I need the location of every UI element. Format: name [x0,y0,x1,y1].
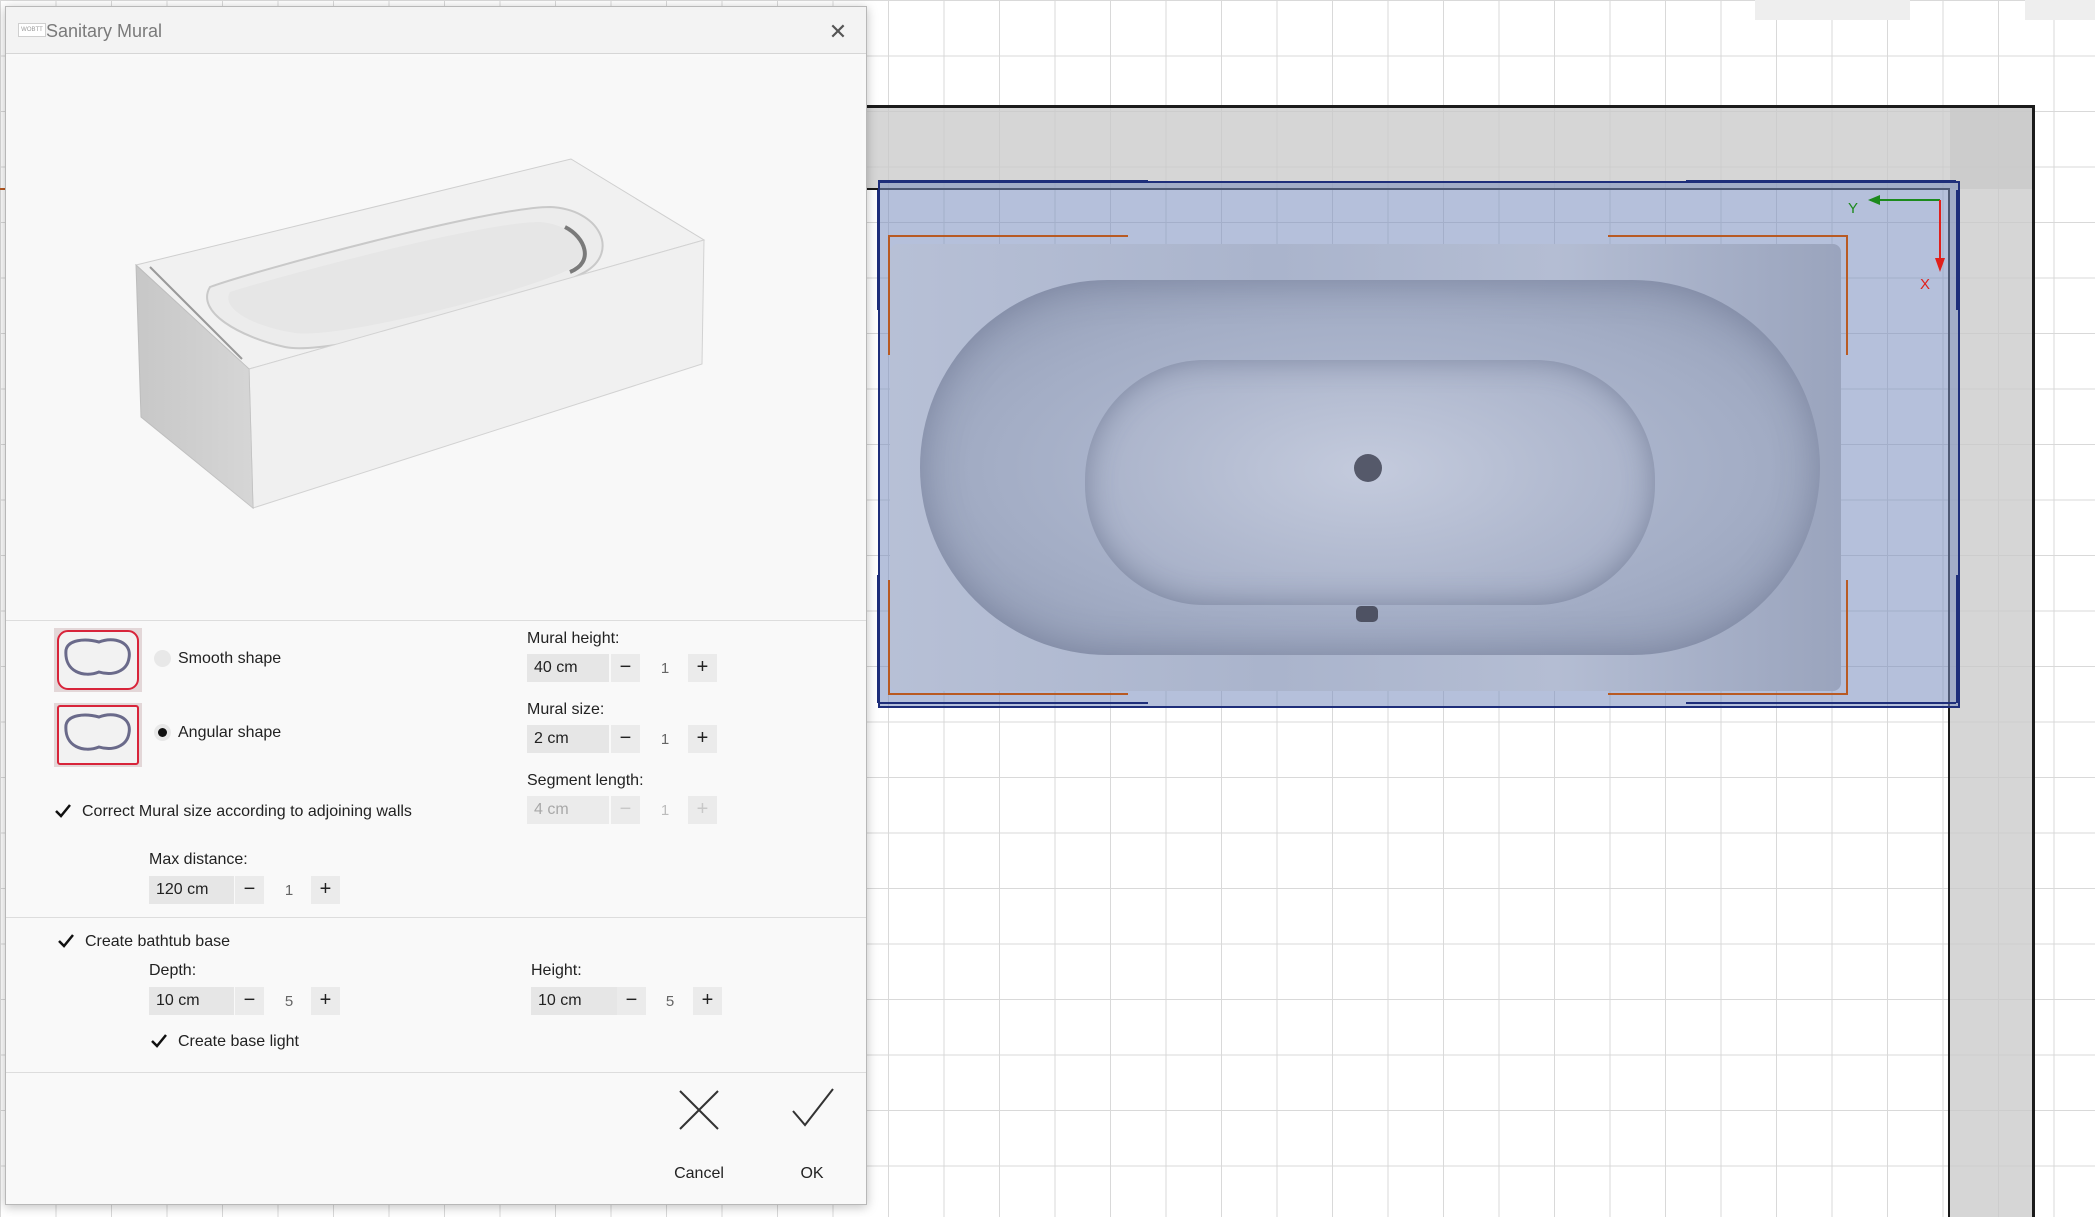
segment-length-label: Segment length: [527,772,644,789]
app-logo-icon: WOBTT [18,23,46,37]
segment-length-step: 1 [660,802,670,819]
angular-shape-thumbnail[interactable] [54,703,142,767]
segment-length-minus-button: − [611,796,640,824]
corner-mark [1686,180,1956,182]
mural-size-plus-button[interactable]: + [688,725,717,753]
corner-mark [877,190,879,310]
corner-mark [877,575,879,703]
bathtub-base-checkbox[interactable] [57,932,75,950]
corner-mark [1956,575,1958,703]
max-distance-minus-button[interactable]: − [235,876,264,904]
bathtub-base-label: Create bathtub base [85,933,230,950]
mural-height-plus-button[interactable]: + [688,654,717,682]
corner-mark [1686,702,1956,704]
mural-height-step: 1 [660,660,670,677]
cancel-button[interactable]: Cancel [654,1075,744,1185]
ok-label: OK [800,1165,824,1182]
max-distance-label: Max distance: [149,851,248,868]
depth-minus-button[interactable]: − [235,987,264,1015]
wall-outline-top [867,105,2035,108]
angular-shape-radio[interactable] [154,724,171,741]
mural-guide [1608,235,1848,237]
close-icon[interactable]: ✕ [827,21,849,43]
depth-plus-button[interactable]: + [311,987,340,1015]
angular-shape-label: Angular shape [178,724,282,741]
separator [6,620,866,621]
mural-size-step: 1 [660,731,670,748]
height-field[interactable]: 10 cm [531,987,617,1015]
top-tab[interactable] [1755,0,1910,20]
max-distance-field[interactable]: 120 cm [149,876,234,904]
mural-guide [888,235,890,355]
segment-length-field: 4 cm [527,796,609,824]
mural-size-label: Mural size: [527,701,605,718]
cancel-icon [679,1090,719,1130]
wall-top [867,105,2035,189]
mural-guide [1608,693,1848,695]
separator [6,917,866,918]
height-plus-button[interactable]: + [693,987,722,1015]
sanitary-mural-dialog: WOBTT Sanitary Mural ✕ Smooth shape Angu… [5,6,867,1205]
top-tab[interactable] [2025,0,2095,20]
correct-size-label: Correct Mural size according to adjoinin… [82,803,412,820]
max-distance-step: 1 [284,882,294,899]
ok-button[interactable]: OK [767,1075,857,1185]
mural-guide [888,580,890,695]
separator [6,1072,866,1073]
depth-label: Depth: [149,962,197,979]
mural-size-minus-button[interactable]: − [611,725,640,753]
axis-x-label: X [1920,276,1931,293]
drain-icon [1354,454,1382,482]
checkmark-icon [792,1088,834,1127]
smooth-shape-label: Smooth shape [178,650,282,667]
mural-size-field[interactable]: 2 cm [527,725,609,753]
max-distance-plus-button[interactable]: + [311,876,340,904]
axis-y-label: Y [1848,200,1859,217]
depth-field[interactable]: 10 cm [149,987,234,1015]
corner-mark [878,702,1148,704]
smooth-shape-radio[interactable] [154,650,171,667]
mural-guide [888,235,1128,237]
overflow-icon [1356,606,1378,622]
dialog-title: Sanitary Mural [46,21,163,41]
mural-guide [888,693,1128,695]
mural-height-label: Mural height: [527,630,620,647]
smooth-shape-thumbnail[interactable] [54,628,142,692]
mural-guide [1846,580,1848,695]
segment-length-plus-button: + [688,796,717,824]
mural-height-field[interactable]: 40 cm [527,654,609,682]
wall-right [1950,105,2035,1217]
height-minus-button[interactable]: − [617,987,646,1015]
wall-outline-right [2032,105,2035,1217]
bathtub-basin [1085,360,1655,605]
bathtub-3d-model [134,158,706,510]
base-light-checkbox[interactable] [150,1032,168,1050]
mural-height-minus-button[interactable]: − [611,654,640,682]
title-bar[interactable]: WOBTT Sanitary Mural ✕ [6,7,866,54]
height-step: 5 [665,993,675,1010]
base-light-label: Create base light [178,1033,299,1050]
bathtub-3d-preview[interactable] [10,57,862,619]
depth-step: 5 [284,993,294,1010]
corner-mark [878,180,1148,182]
correct-size-checkbox[interactable] [54,802,72,820]
height-label: Height: [531,962,582,979]
cancel-label: Cancel [674,1165,724,1182]
